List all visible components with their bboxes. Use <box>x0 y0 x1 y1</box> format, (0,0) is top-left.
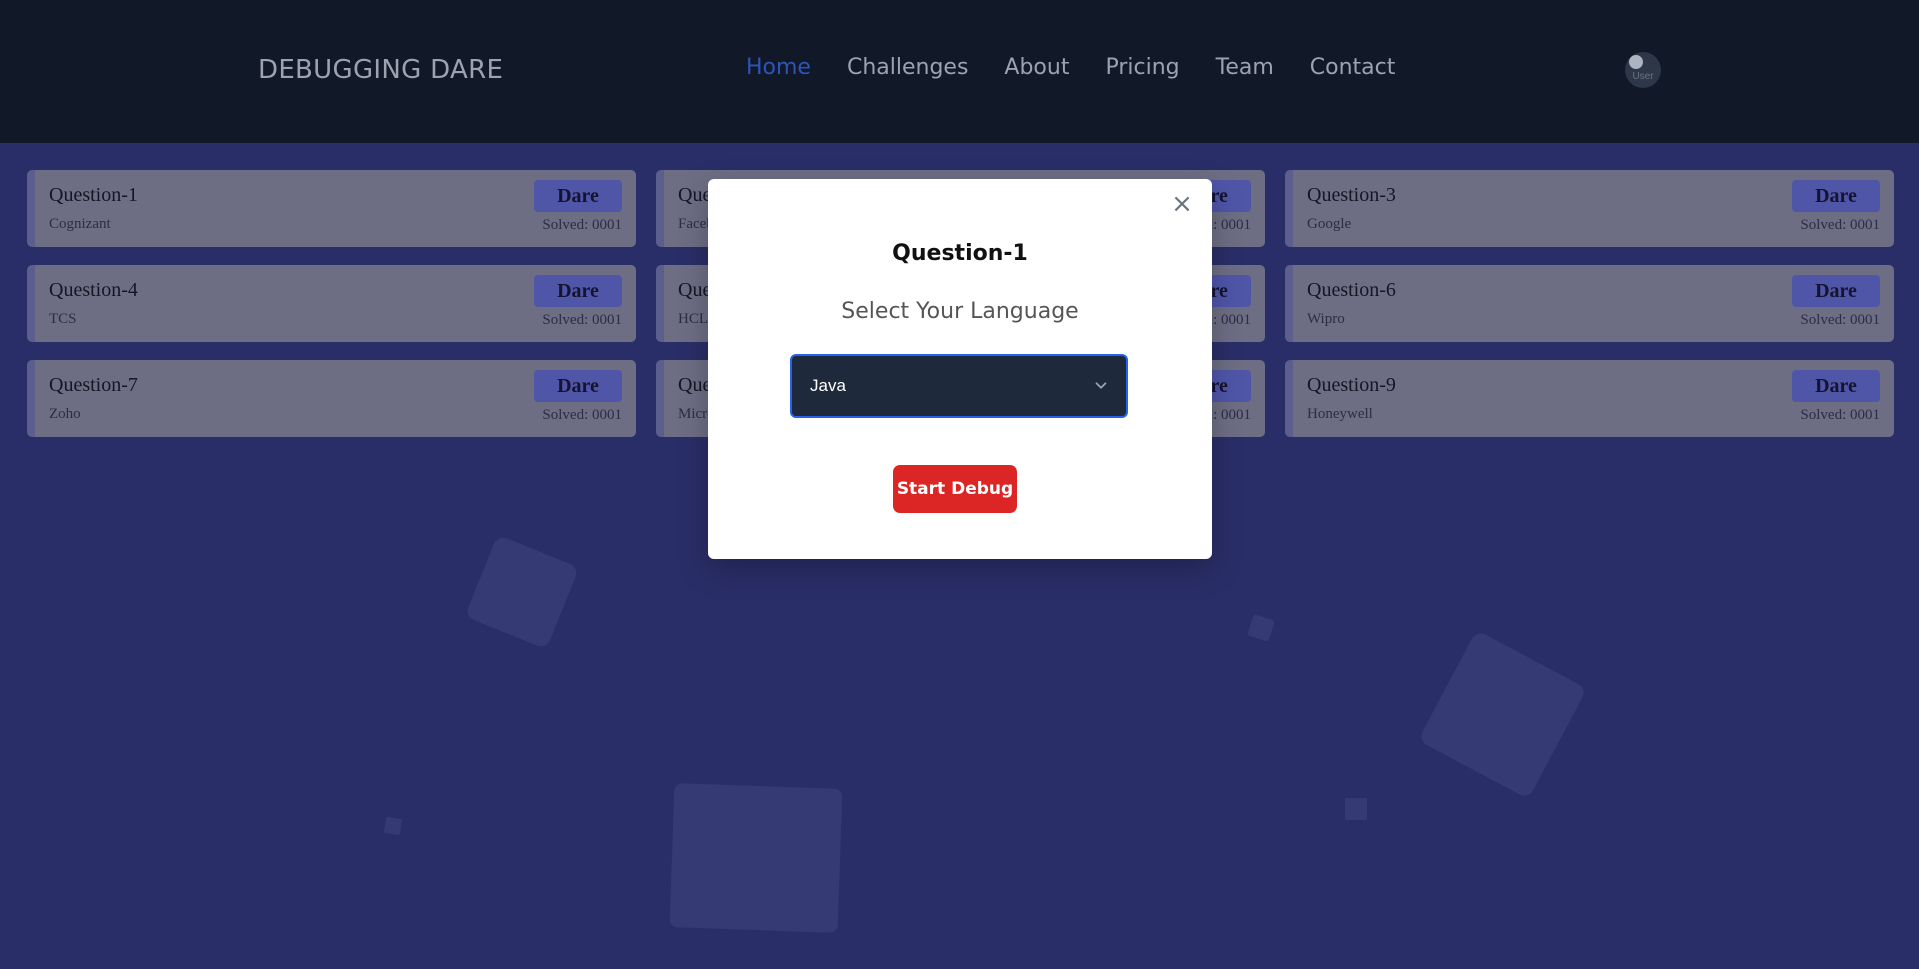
decorative-square <box>1417 629 1588 800</box>
language-select[interactable]: Java <box>790 354 1128 418</box>
language-modal: × Question-1 Select Your Language Java S… <box>708 179 1212 559</box>
decorative-square <box>1345 798 1367 820</box>
top-navbar: DEBUGGING DARE Home Challenges About Pri… <box>0 0 1919 143</box>
question-title: Question-9 <box>1307 374 1396 396</box>
nav-contact[interactable]: Contact <box>1310 55 1396 80</box>
dare-badge[interactable]: Dare <box>534 180 622 212</box>
question-card[interactable]: Question-4 TCS Dare Solved: 0001 <box>27 265 636 342</box>
question-title: Question-1 <box>49 184 138 206</box>
question-card[interactable]: Question-3 Google Dare Solved: 0001 <box>1285 170 1894 247</box>
question-card[interactable]: Question-7 Zoho Dare Solved: 0001 <box>27 360 636 437</box>
solved-count: Solved: 0001 <box>1800 217 1880 233</box>
dare-badge[interactable]: Dare <box>1792 370 1880 402</box>
dare-badge[interactable]: Dare <box>534 370 622 402</box>
selected-language: Java <box>810 376 846 395</box>
decorative-square <box>669 783 843 933</box>
question-title: Question-7 <box>49 374 138 396</box>
user-avatar[interactable]: User <box>1625 52 1661 88</box>
solved-count: Solved: 0001 <box>542 217 622 233</box>
question-company: Google <box>1307 216 1352 232</box>
modal-title: Question-1 <box>892 241 1028 266</box>
nav-about[interactable]: About <box>1004 55 1069 80</box>
solved-count: Solved: 0001 <box>542 407 622 423</box>
decorative-square <box>1247 614 1275 642</box>
nav-home[interactable]: Home <box>746 55 811 80</box>
dare-badge[interactable]: Dare <box>1792 180 1880 212</box>
question-card[interactable]: Question-6 Wipro Dare Solved: 0001 <box>1285 265 1894 342</box>
nav-team[interactable]: Team <box>1216 55 1274 80</box>
question-company: Zoho <box>49 406 81 422</box>
decorative-square <box>464 534 580 650</box>
decorative-square <box>383 816 403 836</box>
start-debug-button[interactable]: Start Debug <box>893 465 1017 513</box>
nav-pricing[interactable]: Pricing <box>1105 55 1179 80</box>
dare-badge[interactable]: Dare <box>1792 275 1880 307</box>
question-company: Honeywell <box>1307 406 1373 422</box>
question-company: HCL <box>678 311 708 327</box>
solved-count: Solved: 0001 <box>1800 312 1880 328</box>
solved-count: Solved: 0001 <box>1800 407 1880 423</box>
close-icon[interactable]: × <box>1170 191 1194 217</box>
dare-badge[interactable]: Dare <box>534 275 622 307</box>
question-title: Question-4 <box>49 279 138 301</box>
question-card[interactable]: Question-1 Cognizant Dare Solved: 0001 <box>27 170 636 247</box>
modal-subtitle: Select Your Language <box>841 299 1079 324</box>
question-company: Cognizant <box>49 216 111 232</box>
chevron-down-icon <box>1095 382 1107 389</box>
solved-count: Solved: 0001 <box>542 312 622 328</box>
brand-logo-text[interactable]: DEBUGGING DARE <box>258 55 503 85</box>
main-nav: Home Challenges About Pricing Team Conta… <box>746 55 1395 80</box>
question-company: TCS <box>49 311 77 327</box>
question-company: Wipro <box>1307 311 1345 327</box>
question-card[interactable]: Question-9 Honeywell Dare Solved: 0001 <box>1285 360 1894 437</box>
question-title: Question-6 <box>1307 279 1396 301</box>
question-title: Question-3 <box>1307 184 1396 206</box>
nav-challenges[interactable]: Challenges <box>847 55 968 80</box>
